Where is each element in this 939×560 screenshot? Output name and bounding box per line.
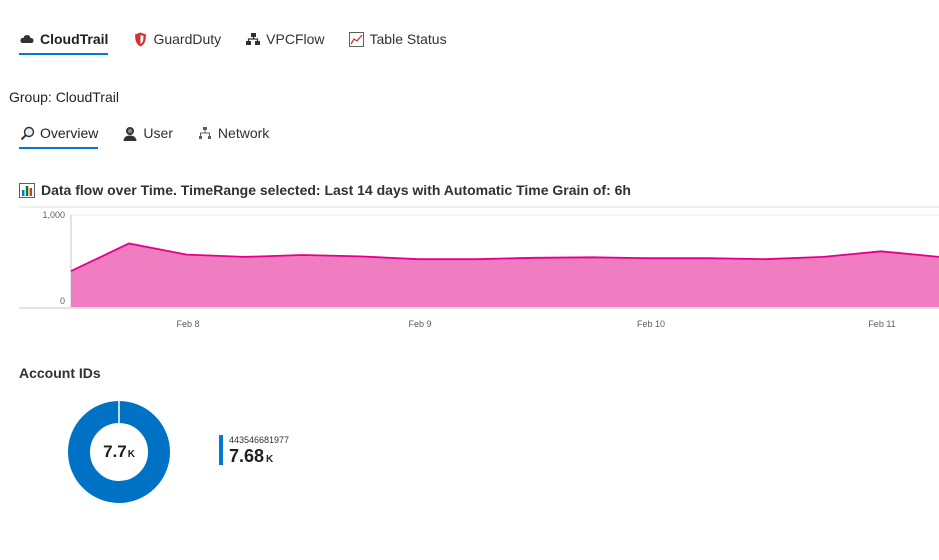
line-chart-icon	[349, 31, 365, 47]
shield-icon	[132, 31, 148, 47]
legend-value-number: 7.68	[229, 446, 265, 466]
tab-network[interactable]: Network	[197, 125, 269, 149]
tab-label: CloudTrail	[40, 31, 109, 47]
chart-title-text: Data flow over Time. TimeRange selected:…	[41, 182, 631, 198]
tab-table-status[interactable]: Table Status	[349, 31, 447, 55]
sub-tab-bar: Overview User Network	[19, 125, 293, 149]
y-tick-label: 1,000	[42, 210, 65, 220]
group-title: Group: CloudTrail	[9, 89, 119, 105]
donut-total: 7.7 K	[68, 401, 170, 503]
tab-label: Table Status	[369, 31, 447, 47]
user-icon	[122, 125, 138, 141]
tab-label: GuardDuty	[153, 31, 222, 47]
tab-label: VPCFlow	[266, 31, 325, 47]
chart-svg: 1,000 0 Feb 8 Feb 9 Feb 10 Feb 11	[19, 206, 939, 329]
x-tick-label: Feb 11	[868, 319, 895, 329]
donut-total-unit: K	[127, 448, 135, 460]
x-tick-label: Feb 8	[176, 319, 199, 329]
legend-value-unit: K	[266, 454, 274, 465]
top-tab-bar: CloudTrail GuardDuty VPCFlow Table Statu…	[19, 31, 471, 55]
y-tick-label: 0	[60, 296, 65, 306]
chart-title: Data flow over Time. TimeRange selected:…	[19, 182, 631, 198]
legend-value: 7.68 K	[229, 446, 289, 470]
tab-label: Network	[217, 125, 270, 141]
network-flow-icon	[245, 31, 261, 47]
tab-guardduty[interactable]: GuardDuty	[132, 31, 221, 55]
legend-account-id: 443546681977	[229, 435, 290, 445]
x-tick-label: Feb 10	[637, 319, 665, 329]
tab-user[interactable]: User	[122, 125, 173, 149]
tab-vpcflow[interactable]: VPCFlow	[245, 31, 325, 55]
bar-chart-icon	[19, 182, 35, 198]
tab-cloudtrail[interactable]: CloudTrail	[19, 31, 109, 55]
series-area	[71, 243, 939, 307]
x-tick-label: Feb 9	[408, 319, 431, 329]
tab-label: User	[143, 125, 173, 141]
donut-total-value: 7.7	[103, 442, 127, 461]
account-ids-title: Account IDs	[19, 365, 101, 381]
cloud-icon	[19, 31, 35, 47]
donut-legend-item[interactable]: 443546681977 7.68 K	[219, 435, 290, 466]
magnifier-icon	[19, 125, 35, 141]
network-icon	[197, 125, 213, 141]
data-flow-chart: 1,000 0 Feb 8 Feb 9 Feb 10 Feb 11	[0, 206, 939, 336]
tab-label: Overview	[40, 125, 99, 141]
tab-overview[interactable]: Overview	[19, 125, 99, 149]
